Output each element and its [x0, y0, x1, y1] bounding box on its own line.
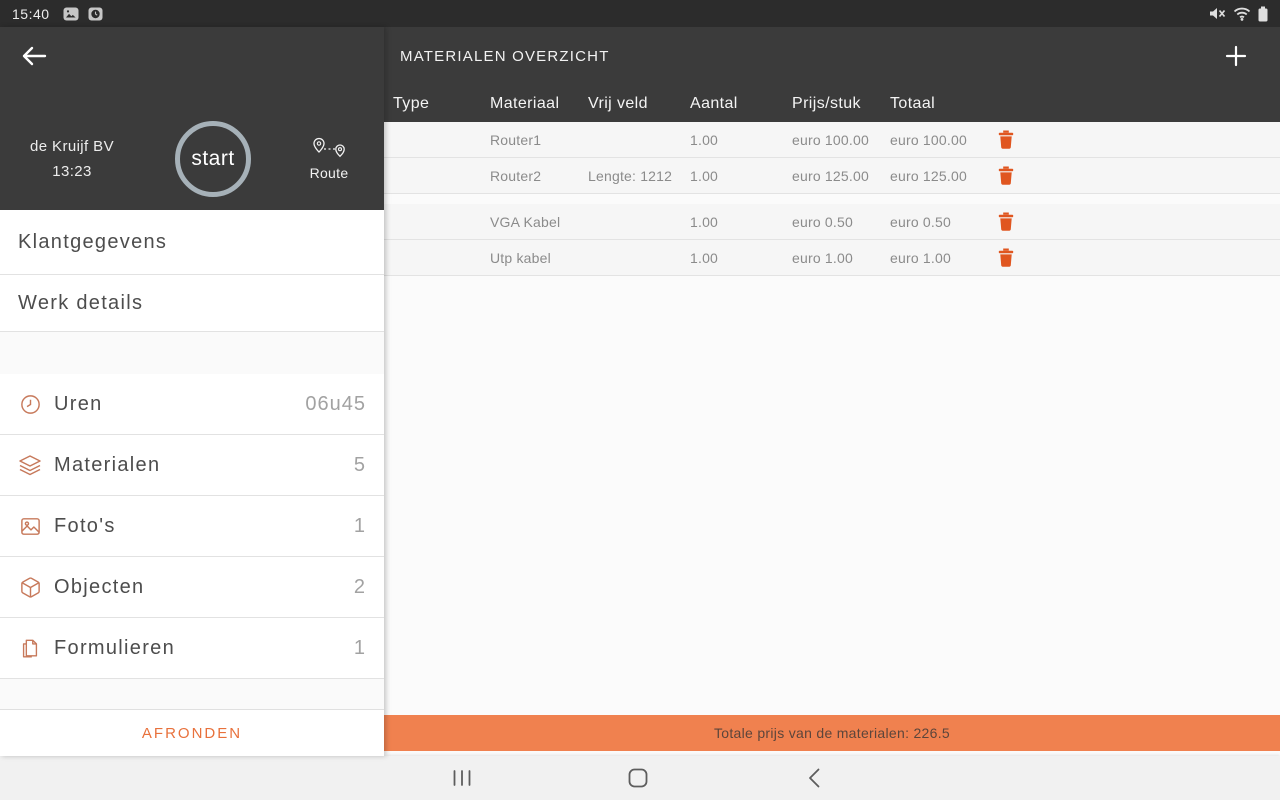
- delete-row-button[interactable]: [993, 245, 1019, 271]
- sidebar-spacer: [0, 679, 384, 709]
- sidebar-item-klantgegevens[interactable]: Klantgegevens: [0, 210, 384, 275]
- cell-totaal: euro 100.00: [890, 131, 967, 148]
- delete-row-button[interactable]: [993, 127, 1019, 153]
- cell-prijs-stuk: euro 125.00: [792, 167, 869, 184]
- battery-icon: [1258, 6, 1268, 22]
- back-button[interactable]: [18, 42, 50, 70]
- route-label: Route: [309, 165, 349, 181]
- sidebar-item-value: 2: [353, 575, 366, 598]
- recents-icon: [453, 770, 471, 786]
- cell-prijs-stuk: euro 0.50: [792, 213, 853, 230]
- cell-aantal: 1.00: [690, 213, 719, 230]
- job-header-panel: de Kruijf BV 13:23 start Route: [0, 27, 384, 210]
- add-material-button[interactable]: [1218, 38, 1254, 74]
- mute-icon: [1209, 6, 1226, 21]
- trash-icon: [998, 166, 1014, 185]
- sidebar-item-label: Foto's: [54, 514, 116, 537]
- trash-icon: [998, 248, 1014, 267]
- back-arrow-icon: [21, 46, 47, 66]
- cell-vrij-veld: Lengte: 1212: [588, 167, 673, 184]
- sidebar-item-fotos[interactable]: Foto's 1: [0, 496, 384, 557]
- clock-notification-icon: [88, 7, 103, 21]
- job-time: 13:23: [52, 163, 92, 180]
- sidebar-item-value: 1: [353, 514, 366, 537]
- photo-notification-icon: [63, 7, 79, 21]
- trash-icon: [998, 130, 1014, 149]
- table-header-row: Type Materiaal Vrij veld Aantal Prijs/st…: [384, 85, 1280, 122]
- android-nav-bar: [0, 756, 1280, 800]
- column-header-aantal: Aantal: [690, 94, 738, 112]
- wifi-icon: [1233, 7, 1251, 21]
- sidebar-item-label: Klantgegevens: [18, 230, 168, 253]
- table-row[interactable]: VGA Kabel 1.00 euro 0.50 euro 0.50: [384, 204, 1280, 240]
- main-area: de Kruijf BV 13:23 start Route Klantgege…: [0, 27, 1280, 756]
- sidebar-section-gap: [0, 332, 384, 374]
- sidebar-item-label: Uren: [54, 392, 103, 415]
- content-area: MATERIALEN OVERZICHT Type Materiaal Vrij…: [384, 27, 1280, 756]
- cell-materiaal: VGA Kabel: [490, 213, 561, 230]
- trash-icon: [998, 212, 1014, 231]
- cell-aantal: 1.00: [690, 131, 719, 148]
- cell-materiaal: Router1: [490, 131, 542, 148]
- status-time: 15:40: [12, 5, 50, 22]
- table-row[interactable]: Router1 1.00 euro 100.00 euro 100.00: [384, 122, 1280, 158]
- sidebar-item-value: 1: [353, 636, 366, 659]
- sidebar-item-label: Objecten: [54, 575, 145, 598]
- cell-aantal: 1.00: [690, 249, 719, 266]
- cell-materiaal: Router2: [490, 167, 542, 184]
- nav-back-button[interactable]: [790, 758, 838, 798]
- clock-icon: [18, 392, 42, 416]
- sidebar: de Kruijf BV 13:23 start Route Klantgege…: [0, 27, 384, 756]
- sidebar-item-label: Materialen: [54, 453, 161, 476]
- sidebar-item-objecten[interactable]: Objecten 2: [0, 557, 384, 618]
- sidebar-item-value: 06u45: [305, 392, 366, 415]
- column-header-prijs-stuk: Prijs/stuk: [792, 94, 861, 112]
- cell-materiaal: Utp kabel: [490, 249, 551, 266]
- home-icon: [628, 768, 648, 788]
- cell-totaal: euro 1.00: [890, 249, 951, 266]
- cell-totaal: euro 0.50: [890, 213, 951, 230]
- cube-icon: [18, 575, 42, 599]
- document-icon: [18, 636, 42, 660]
- recents-button[interactable]: [438, 758, 486, 798]
- table-group-gap: [384, 194, 1280, 204]
- status-bar: 15:40: [0, 0, 1280, 27]
- afronden-button[interactable]: AFRONDEN: [0, 709, 384, 756]
- start-button-label: start: [191, 147, 235, 170]
- sidebar-item-werk-details[interactable]: Werk details: [0, 275, 384, 332]
- chevron-left-icon: [809, 768, 820, 788]
- sidebar-item-label: Werk details: [18, 291, 144, 314]
- sidebar-item-value: 5: [353, 453, 366, 476]
- sidebar-item-formulieren[interactable]: Formulieren 1: [0, 618, 384, 679]
- cell-prijs-stuk: euro 100.00: [792, 131, 869, 148]
- total-price-bar: Totale prijs van de materialen: 226.5: [384, 715, 1280, 751]
- photo-icon: [18, 514, 42, 538]
- sidebar-item-uren[interactable]: Uren 06u45: [0, 374, 384, 435]
- delete-row-button[interactable]: [993, 163, 1019, 189]
- table-row[interactable]: Utp kabel 1.00 euro 1.00 euro 1.00: [384, 240, 1280, 276]
- route-button[interactable]: Route: [290, 137, 368, 181]
- column-header-materiaal: Materiaal: [490, 94, 560, 112]
- table-row[interactable]: Router2 Lengte: 1212 1.00 euro 125.00 eu…: [384, 158, 1280, 194]
- cell-totaal: euro 125.00: [890, 167, 967, 184]
- afronden-button-label: AFRONDEN: [141, 724, 243, 742]
- home-button[interactable]: [614, 758, 662, 798]
- job-company-block: de Kruijf BV 13:23: [8, 134, 136, 184]
- company-name: de Kruijf BV: [29, 138, 114, 155]
- cell-prijs-stuk: euro 1.00: [792, 249, 853, 266]
- layers-icon: [18, 453, 42, 477]
- page-title: MATERIALEN OVERZICHT: [400, 47, 610, 65]
- start-button[interactable]: start: [175, 121, 251, 197]
- column-header-vrij-veld: Vrij veld: [588, 94, 648, 112]
- total-price-label: Totale prijs van de materialen: 226.5: [713, 725, 950, 741]
- cell-aantal: 1.00: [690, 167, 719, 184]
- sidebar-item-label: Formulieren: [54, 636, 175, 659]
- column-header-type: Type: [393, 94, 430, 112]
- column-header-totaal: Totaal: [890, 94, 936, 112]
- sidebar-item-materialen[interactable]: Materialen 5: [0, 435, 384, 496]
- plus-icon: [1224, 44, 1248, 68]
- route-pins-icon: [309, 137, 349, 163]
- delete-row-button[interactable]: [993, 209, 1019, 235]
